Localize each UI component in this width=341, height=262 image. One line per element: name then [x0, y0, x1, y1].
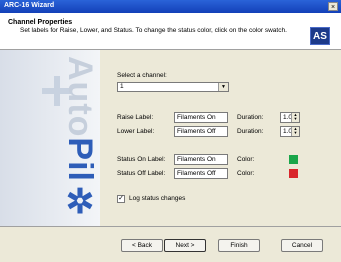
- log-status-label: Log status changes: [129, 195, 186, 202]
- log-status-checkbox[interactable]: ✓: [117, 195, 125, 203]
- status-off-color-caption: Color:: [237, 170, 255, 177]
- lower-label-caption: Lower Label:: [117, 128, 155, 135]
- lower-duration-caption: Duration:: [237, 128, 264, 135]
- raise-duration-stepper[interactable]: 1.0 ▲ ▼: [280, 112, 300, 123]
- status-off-color-swatch[interactable]: [289, 169, 298, 178]
- raise-label-input[interactable]: Filaments On: [174, 112, 228, 123]
- raise-duration-caption: Duration:: [237, 114, 264, 121]
- wizard-header: Channel Properties Set labels for Raise,…: [0, 13, 341, 50]
- form-panel: Select a channel: 1 ▼ Raise Label: Filam…: [100, 50, 341, 226]
- finish-button[interactable]: Finish: [218, 239, 260, 252]
- status-on-color-swatch[interactable]: [289, 155, 298, 164]
- spin-down-icon[interactable]: ▼: [294, 116, 298, 121]
- lower-duration-stepper[interactable]: 1.0 ▲ ▼: [280, 126, 300, 137]
- status-on-color-caption: Color:: [237, 156, 255, 163]
- page-title: Channel Properties: [8, 19, 73, 26]
- back-button[interactable]: < Back: [121, 239, 163, 252]
- spin-buttons[interactable]: ▲ ▼: [291, 127, 299, 136]
- channel-label: Select a channel:: [117, 72, 167, 79]
- sidebar-banner: AutoPil✲: [0, 50, 100, 226]
- window-title: ARC-16 Wizard: [4, 2, 55, 9]
- checkmark-icon: ✓: [118, 195, 124, 202]
- brand-watermark: AutoPil✲: [60, 56, 100, 223]
- channel-selected-value: 1: [120, 83, 124, 90]
- status-off-input[interactable]: Filaments Off: [174, 168, 228, 179]
- status-off-caption: Status Off Label:: [117, 170, 166, 177]
- wizard-window: ARC-16 Wizard × Channel Properties Set l…: [0, 0, 341, 261]
- page-subtitle: Set labels for Raise, Lower, and Status.…: [20, 27, 287, 34]
- brand-part-pil: Pil: [61, 137, 99, 182]
- channel-select[interactable]: 1 ▼: [117, 82, 229, 92]
- status-on-input[interactable]: Filaments On: [174, 154, 228, 165]
- status-on-caption: Status On Label:: [117, 156, 166, 163]
- next-button[interactable]: Next >: [164, 239, 206, 252]
- wizard-footer: < Back Next > Finish Cancel: [0, 226, 341, 262]
- title-bar: ARC-16 Wizard ×: [0, 0, 341, 13]
- brand-part-star: ✲: [61, 182, 99, 223]
- lower-label-input[interactable]: Filaments Off: [174, 126, 228, 137]
- spin-down-icon[interactable]: ▼: [294, 130, 298, 135]
- brand-part-auto: Auto: [61, 56, 99, 138]
- close-button[interactable]: ×: [328, 2, 338, 11]
- raise-label-caption: Raise Label:: [117, 114, 154, 121]
- chevron-down-icon[interactable]: ▼: [218, 83, 228, 91]
- cancel-button[interactable]: Cancel: [281, 239, 323, 252]
- app-logo-icon: AS: [310, 27, 330, 45]
- spin-buttons[interactable]: ▲ ▼: [291, 113, 299, 122]
